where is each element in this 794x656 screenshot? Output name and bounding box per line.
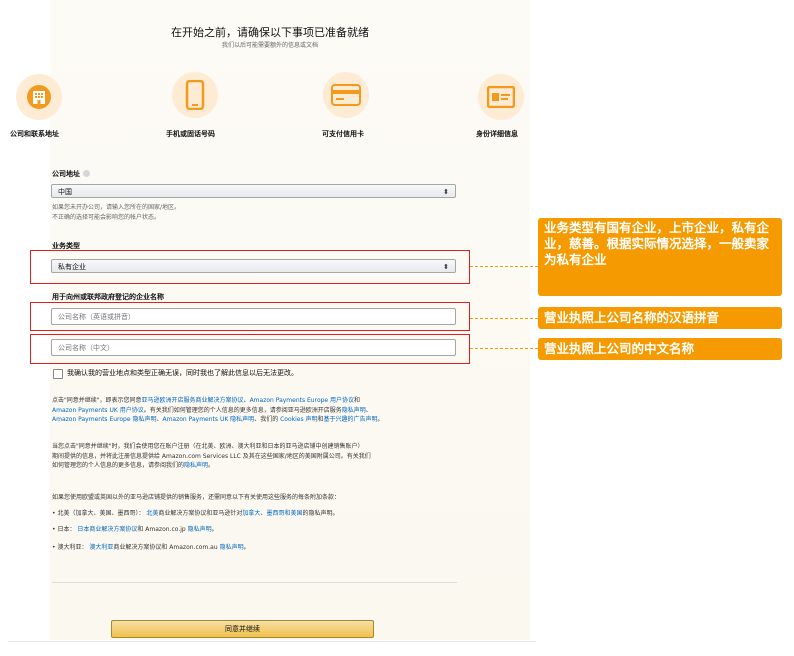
legal-text: 期间提供的信息，并将此注册信息提供给 Amazon.com Services L… [52, 452, 371, 460]
legal-text: 和 [354, 397, 361, 404]
legal-text: 、我们的 [254, 416, 281, 423]
page-title: 在开始之前，请确保以下事项已准备就绪 [171, 26, 369, 39]
legal-text: 。 [243, 544, 250, 551]
legal-paragraph-3: 如果您使用欧盟或英国以外的亚马逊店铺提供的销售服务，还需同意以下有关使用这些服务… [52, 493, 472, 503]
legal-text: 点击"同意并继续"，即表示您同意 [52, 397, 142, 404]
connector-line [470, 266, 538, 267]
legal-text: 。 [211, 526, 218, 533]
country-hint: 如果您未开办公司，请输入您所在的国家/地区。 [52, 204, 181, 211]
legal-link[interactable]: 隐私声明 [188, 526, 212, 533]
legal-link[interactable]: 北美 [146, 510, 158, 517]
legal-link[interactable]: 加拿大 [242, 510, 260, 517]
legal-text: 。有关我们如何管理您的个人信息的更多信息，请参阅亚马逊欧洲开店服务 [143, 406, 342, 414]
confirm-text: 我确认我的营业地点和类型正确无误，同时我也了解此信息以后无法更改。 [67, 369, 298, 377]
info-icon[interactable] [83, 170, 90, 177]
legal-text: 当您点击"同意并继续"时，我们会使用您在账户注册（在北美、欧洲、澳大利亚和日本的… [52, 443, 364, 450]
legal-text: 和 Amazon.co.jp [137, 526, 188, 533]
section-divider [52, 582, 457, 583]
highlight-business-type [30, 250, 470, 284]
agree-continue-button[interactable]: 同意并继续 [111, 620, 374, 638]
requirement-label: 身份详细信息 [476, 130, 518, 138]
country-hint: 不正确的选择可能会影响您的帐户状态。 [52, 214, 161, 221]
country-select[interactable]: 中国 ⬍ [51, 184, 456, 198]
highlight-name-chinese [30, 334, 470, 364]
legal-text: 。 [377, 416, 384, 423]
company-name-label: 用于向州或联邦政府登记的企业名称 [52, 293, 164, 301]
phone-icon [172, 72, 218, 118]
legal-paragraph-2: 当您点击"同意并继续"时，我们会使用您在账户注册（在北美、欧洲、澳大利亚和日本的… [52, 442, 472, 471]
legal-line: Amazon Payments UK 用户协议。有关我们如何管理您的个人信息的更… [52, 406, 472, 416]
requirement-label: 手机或固话号码 [166, 130, 215, 138]
footer-divider [8, 641, 536, 642]
legal-text: 北美（加拿大、美国、墨西哥）： [57, 510, 147, 517]
legal-link[interactable]: Amazon Payments Europe 用户协议 [250, 397, 354, 404]
legal-bullet: • 日本： 日本商业解决方案协议和 Amazon.co.jp 隐私声明。 [52, 524, 218, 533]
legal-bullet: • 澳大利亚： 澳大利亚商业解决方案协议和 Amazon.com.au 隐私声明… [52, 542, 250, 551]
address-label: 公司地址 [52, 169, 90, 179]
legal-line: 当您点击"同意并继续"时，我们会使用您在账户注册（在北美、欧洲、澳大利亚和日本的… [52, 442, 472, 452]
legal-text: 、 [365, 406, 372, 414]
legal-link[interactable]: 日本商业解决方案协议 [77, 526, 137, 533]
chevron-updown-icon: ⬍ [443, 188, 449, 196]
legal-text: 商业解决方案协议和 Amazon.com.au [113, 544, 220, 551]
legal-link[interactable]: 隐私声明 [220, 544, 244, 551]
legal-link[interactable]: 隐私声明 [184, 462, 208, 469]
legal-text: 如果您使用欧盟或英国以外的亚马逊店铺提供的销售服务，还需同意以下有关使用这些服务… [52, 494, 341, 501]
highlight-name-pinyin [30, 302, 470, 331]
legal-text: 的隐私声明。 [302, 510, 339, 517]
legal-link[interactable]: 墨西哥和美国 [266, 510, 302, 517]
legal-link[interactable]: Cookies 声明 [280, 416, 317, 423]
legal-text: 澳大利亚： [57, 544, 90, 551]
legal-text: 。 [208, 462, 215, 469]
page-subtitle: 我们以后可能需要额外的信息或文档 [221, 42, 318, 49]
legal-link[interactable]: 亚马逊欧洲开店服务商业解决方案协议 [142, 397, 244, 404]
legal-link[interactable]: Amazon Payments Europe 隐私声明 [52, 416, 156, 423]
annotation-business-type: 业务类型有国有企业，上市企业，私有企业，慈善。根据实际情况选择，一般卖家为私有企… [538, 218, 782, 296]
legal-link[interactable]: Amazon Payments UK 用户协议 [52, 407, 144, 414]
confirm-checkbox[interactable] [53, 369, 63, 379]
legal-line: 点击"同意并继续"，即表示您同意亚马逊欧洲开店服务商业解决方案协议、Amazon… [52, 396, 472, 406]
requirement-label: 可支付信用卡 [322, 130, 364, 138]
legal-text: 商业解决方案协议和亚马逊针对 [158, 510, 243, 517]
id-card-icon [478, 74, 524, 120]
legal-text: 日本： [57, 526, 78, 533]
legal-paragraph-1: 点击"同意并继续"，即表示您同意亚马逊欧洲开店服务商业解决方案协议、Amazon… [52, 396, 472, 425]
legal-link[interactable]: 隐私声明 [342, 407, 366, 414]
requirement-label: 公司和联系地址 [10, 130, 59, 138]
legal-link[interactable]: 澳大利亚 [89, 544, 113, 551]
legal-link[interactable]: 基于兴趣的广告声明 [324, 416, 378, 423]
legal-link[interactable]: Amazon Payments UK 隐私声明 [162, 416, 254, 423]
legal-text: 如何管理您的个人信息的更多信息，请参阅我们的 [52, 462, 185, 469]
legal-line: 如何管理您的个人信息的更多信息，请参阅我们的隐私声明。 [52, 461, 472, 471]
legal-line: Amazon Payments Europe 隐私声明、Amazon Payme… [52, 415, 472, 425]
annotation-name-pinyin: 营业执照上公司名称的汉语拼音 [538, 307, 782, 329]
legal-line: 期间提供的信息，并将此注册信息提供给 Amazon.com Services L… [52, 452, 472, 462]
annotation-name-chinese: 营业执照上公司的中文名称 [538, 338, 782, 360]
connector-line [470, 318, 538, 319]
seller-registration-page: 在开始之前，请确保以下事项已准备就绪 我们以后可能需要额外的信息或文档 公司和联… [0, 0, 794, 656]
credit-card-icon [323, 72, 369, 118]
connector-line [470, 348, 538, 349]
building-icon [16, 74, 62, 120]
legal-line: 如果您使用欧盟或英国以外的亚马逊店铺提供的销售服务，还需同意以下有关使用这些服务… [52, 493, 472, 503]
legal-bullet: • 北美（加拿大、美国、墨西哥）： 北美商业解决方案协议和亚马逊针对加拿大、墨西… [52, 508, 338, 517]
